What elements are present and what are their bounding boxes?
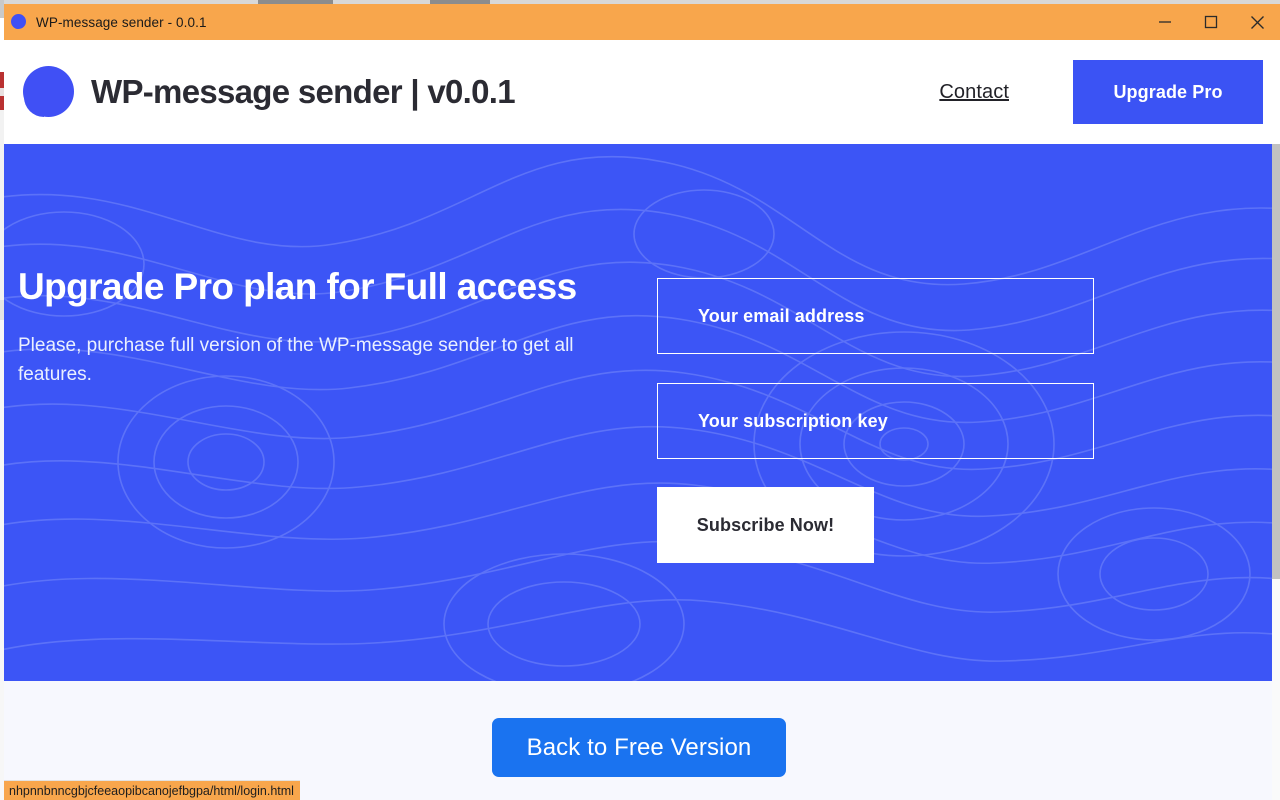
page-title: WP-message sender | v0.0.1 <box>91 73 516 110</box>
hero-heading: Upgrade Pro plan for Full access <box>18 266 577 307</box>
back-to-free-version-button[interactable]: Back to Free Version <box>492 718 786 777</box>
speech-bubble-icon <box>23 66 75 118</box>
minimize-icon[interactable] <box>1142 4 1188 40</box>
window-title: WP-message sender - 0.0.1 <box>36 14 207 30</box>
email-field[interactable] <box>657 278 1094 354</box>
hero-content: Upgrade Pro plan for Full access Please,… <box>4 144 1280 681</box>
upgrade-pro-button[interactable]: Upgrade Pro <box>1073 60 1263 124</box>
title-bar[interactable]: WP-message sender - 0.0.1 <box>4 4 1280 40</box>
scrollbar-thumb[interactable] <box>1272 144 1280 579</box>
speech-bubble-icon <box>11 14 27 30</box>
vertical-scrollbar[interactable] <box>1272 144 1280 800</box>
close-icon[interactable] <box>1234 4 1280 40</box>
hero-section: Upgrade Pro plan for Full access Please,… <box>4 144 1280 681</box>
site-header: WP-message sender | v0.0.1 Contact Upgra… <box>4 40 1280 144</box>
status-bar-url: nhpnnbnncgbjcfeeaopibcanojefbgpa/html/lo… <box>9 783 294 798</box>
subscription-key-field[interactable] <box>657 383 1094 459</box>
subscription-form: Subscribe Now! <box>657 278 1094 563</box>
window-controls <box>1142 4 1280 40</box>
application-window: WP-message sender - 0.0.1 WP-message sen… <box>4 4 1280 800</box>
subscribe-now-button[interactable]: Subscribe Now! <box>657 487 874 563</box>
hero-subtext: Please, purchase full version of the WP-… <box>18 334 574 385</box>
maximize-icon[interactable] <box>1188 4 1234 40</box>
hero-text-block: Upgrade Pro plan for Full access Please,… <box>18 266 618 389</box>
brand[interactable]: WP-message sender | v0.0.1 <box>23 66 516 118</box>
header-nav: Contact Upgrade Pro <box>939 40 1280 144</box>
nav-link-contact[interactable]: Contact <box>939 81 1009 104</box>
status-bar: nhpnnbnncgbjcfeeaopibcanojefbgpa/html/lo… <box>4 780 300 800</box>
